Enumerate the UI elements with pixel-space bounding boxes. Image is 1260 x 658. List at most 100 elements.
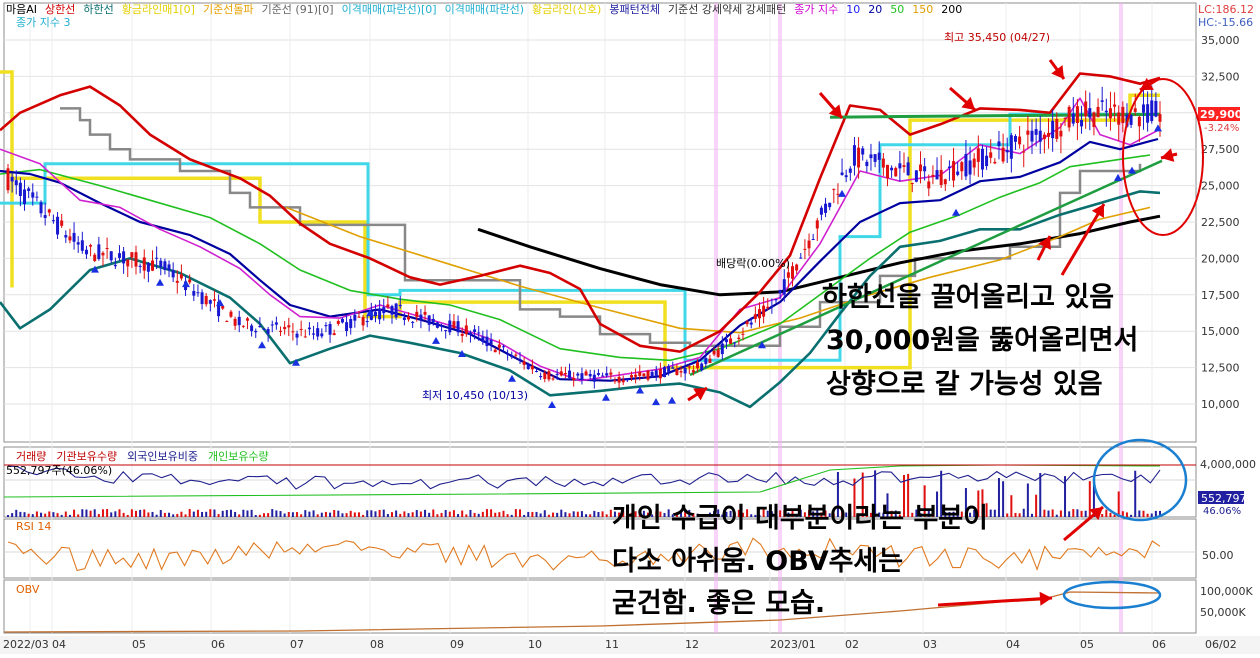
volume-bar [180,511,183,517]
candle-body [848,168,852,173]
volume-bar [275,510,278,517]
volume-bar [411,512,414,517]
volume-bar [465,514,468,517]
candle-body [299,328,303,330]
volume-bar [1117,491,1120,517]
candle-body [894,167,898,177]
candle-body [919,164,923,172]
candle-body [939,169,943,185]
volume-bar [1130,514,1133,517]
price-tick: 32,500 [1201,70,1240,83]
candle-body [547,371,551,380]
candle-body [47,209,51,213]
x-tick-label: 05 [1080,638,1094,651]
price-tick: 17,500 [1201,289,1240,302]
candle-body [881,158,885,168]
candle-body [76,242,80,245]
candle-body [997,141,1001,147]
volume-bar [159,510,162,517]
candle-body [361,317,365,326]
candle-body [617,376,621,383]
legend-item: 하한선 [83,2,113,16]
candle-body [1034,129,1038,135]
volume-bar [106,509,109,517]
volume-bar [151,511,154,517]
x-tick-label: 2023/01 [770,638,816,651]
volume-bar [601,511,604,517]
volume-bar [576,511,579,517]
volume-bar [52,512,55,517]
candle-body [468,332,472,335]
volume-bar [329,512,332,517]
volume-bar [378,509,381,517]
x-tick-label: 05 [132,638,146,651]
candle-body [464,325,468,335]
volume-bar [1014,512,1017,517]
candle-body [774,299,778,301]
candle-body [390,305,394,315]
candle-body [398,304,402,307]
candle-body [303,336,307,338]
volume-bar [415,510,418,517]
candle-body [295,333,299,338]
volume-bar [40,512,43,517]
volume-bar [15,509,18,517]
candle-body [382,307,386,314]
volume-bar [300,514,303,517]
candle-body [762,305,766,317]
candle-body [68,236,72,241]
candle-body [64,235,68,238]
x-tick-label: 11 [605,638,619,651]
candle-body [1158,114,1162,122]
candle-body [865,161,869,167]
candle-body [671,367,675,369]
candle-body [638,371,642,376]
volume-bar [353,512,356,517]
candle-body [1150,100,1154,122]
volume-bar [469,509,472,517]
volume-bar [481,511,484,517]
candle-body [444,330,448,332]
volume-pct: 46.06% [1203,506,1241,517]
volume-bar [93,509,96,517]
current-change: -3.24% [1204,123,1239,134]
x-tick-label: 04 [52,638,66,651]
candle-body [237,316,241,326]
candle-body [819,207,823,215]
candle-body [1100,100,1104,102]
candle-body [431,318,435,323]
volume-bar [11,513,14,517]
candle-body [221,305,225,309]
volume-bar [1146,513,1149,517]
candle-body [621,379,625,383]
candle-body [877,152,881,160]
candle-body [349,319,353,329]
candle-body [126,259,130,267]
candle-body [332,333,336,336]
candle-body [634,374,638,377]
candle-body [1117,112,1121,125]
x-tick-label: 04 [1006,638,1020,651]
volume-bar [81,509,84,517]
volume-bar [1138,510,1141,517]
candle-body [241,325,245,327]
candle-body [654,370,658,376]
legend-item: 이격매매(파란선) [445,3,524,16]
volume-bar [333,509,336,517]
candle-body [18,182,22,196]
candle-body [724,339,728,343]
volume-bar [234,511,237,517]
legend-item: 기준선 강세약세 강세패턴 [668,2,786,16]
obv-tick-1: 100,000K [1200,585,1253,598]
x-tick-label: 10 [528,638,542,651]
candle-body [1022,151,1026,153]
volume-bar [543,510,546,517]
legend-item: 봉패턴전체 [609,3,660,16]
legend-top: 마음AI 상한선 하한선 황금라인매1[0] 기준선돌파 기준선 (91)[0] 이격매매(… [6,2,962,16]
volume-bar [1080,510,1083,517]
candle-body [423,311,427,315]
volume-readout: 552,797주(46.06%) [6,464,112,477]
volume-bar [490,509,493,517]
candle-body [1013,136,1017,142]
volume-bar [531,511,534,517]
